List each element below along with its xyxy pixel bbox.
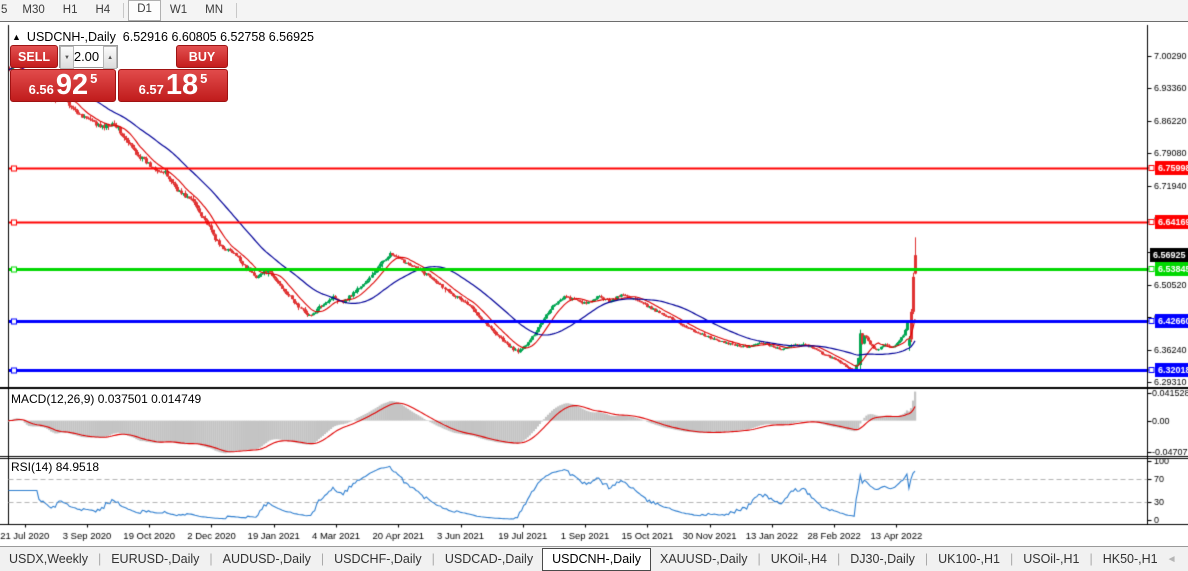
chart-tab-dj30[interactable]: DJ30-,Daily xyxy=(841,548,924,570)
chart-tab-eurusd[interactable]: EURUSD-,Daily xyxy=(102,548,208,570)
timeframe-toolbar: 5 M30 H1 H4 D1 W1 MN xyxy=(0,0,1188,22)
buy-price-big: 18 xyxy=(165,69,199,101)
collapse-panel-icon[interactable]: ▲ xyxy=(12,32,21,42)
symbol-ohlc-header: ▲ USDCNH-,Daily 6.52916 6.60805 6.52758 6… xyxy=(12,30,314,44)
volume-input[interactable]: 2.00 xyxy=(74,46,103,67)
chart-tab-usdcnh[interactable]: USDCNH-,Daily xyxy=(542,547,651,571)
timeframe-button-h4[interactable]: H4 xyxy=(86,1,119,20)
volume-stepper: ▼ 2.00 ▲ xyxy=(59,45,118,69)
chart-tab-usoil[interactable]: USOil-,H1 xyxy=(1014,548,1088,570)
chart-tab-bar: USDX,Weekly | EURUSD-,Daily | AUDUSD-,Daily |… xyxy=(0,546,1188,571)
chart-tab-usdchf[interactable]: USDCHF-,Daily xyxy=(325,548,431,570)
sell-price-button[interactable]: 6.56 92 5 xyxy=(10,69,116,102)
buy-price-prefix: 6.57 xyxy=(138,82,164,97)
timeframe-button-m30[interactable]: M30 xyxy=(13,1,53,20)
volume-increase-button[interactable]: ▲ xyxy=(103,46,117,69)
volume-decrease-button[interactable]: ▼ xyxy=(60,46,74,69)
toolbar-separator xyxy=(236,3,238,18)
chart-tab-audusd[interactable]: AUDUSD-,Daily xyxy=(214,548,320,570)
macd-name: MACD(12,26,9) xyxy=(11,392,95,406)
toolbar-separator xyxy=(123,3,125,18)
chart-tab-usdx[interactable]: USDX,Weekly xyxy=(0,548,97,570)
buy-button[interactable]: BUY xyxy=(176,45,228,68)
timeframe-button-5[interactable]: 5 xyxy=(0,1,13,20)
buy-price-pipette: 5 xyxy=(200,71,208,86)
buy-price-button[interactable]: 6.57 18 5 xyxy=(118,69,228,102)
chevron-up-icon: ▲ xyxy=(107,54,114,61)
macd-main-value: 0.037501 xyxy=(97,392,148,406)
symbol-title: USDCNH-,Daily xyxy=(26,30,116,44)
rsi-name: RSI(14) xyxy=(11,460,53,474)
trading-terminal: 5 M30 H1 H4 D1 W1 MN ▲ USDCNH-,Daily 6.52916 6.… xyxy=(0,0,1188,571)
macd-signal-value: 0.014749 xyxy=(151,392,202,406)
tab-scroll-left-icon[interactable]: ◄ xyxy=(1167,554,1177,565)
sell-price-prefix: 6.56 xyxy=(28,82,54,97)
chart-tab-uk100[interactable]: UK100-,H1 xyxy=(929,548,1009,570)
chart-window: ▲ USDCNH-,Daily 6.52916 6.60805 6.52758 6… xyxy=(0,21,1188,571)
timeframe-button-w1[interactable]: W1 xyxy=(161,1,196,20)
sell-button[interactable]: SELL xyxy=(10,45,58,68)
rsi-value: 84.9518 xyxy=(55,460,100,474)
chart-tab-usdcad[interactable]: USDCAD-,Daily xyxy=(436,548,542,570)
chevron-down-icon: ▼ xyxy=(63,54,70,61)
chart-tab-xauusd[interactable]: XAUUSD-,Daily xyxy=(651,548,757,570)
timeframe-button-d1[interactable]: D1 xyxy=(128,0,161,21)
ohlc-values: 6.52916 6.60805 6.52758 6.56925 xyxy=(122,30,314,44)
one-click-trade-panel: SELL ▼ 2.00 ▲ BUY 6.56 92 5 6.57 18 5 xyxy=(10,45,228,123)
tab-scroll-arrows: ◄► xyxy=(1167,554,1188,565)
sell-price-big: 92 xyxy=(55,69,89,101)
sell-price-pipette: 5 xyxy=(90,71,98,86)
chart-tab-ukoil[interactable]: UKOil-,H4 xyxy=(762,548,836,570)
macd-pane-header: MACD(12,26,9) 0.037501 0.014749 xyxy=(11,392,201,406)
timeframe-button-mn[interactable]: MN xyxy=(196,1,232,20)
rsi-pane-header: RSI(14) 84.9518 xyxy=(11,460,99,474)
timeframe-button-h1[interactable]: H1 xyxy=(54,1,87,20)
chart-tab-hk50[interactable]: HK50-,H1 xyxy=(1094,548,1167,570)
